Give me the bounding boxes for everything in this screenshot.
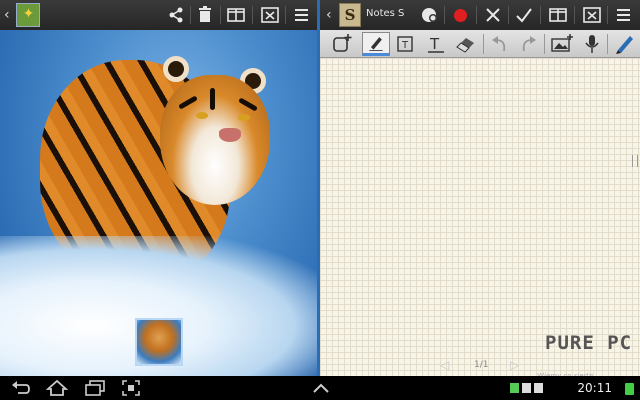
- next-page-icon[interactable]: ▷: [510, 358, 519, 372]
- battery-icon: [625, 383, 634, 395]
- tiger-thumbnail[interactable]: [135, 318, 183, 366]
- close-window-icon[interactable]: [260, 5, 280, 25]
- tiger-stripe: [210, 88, 215, 110]
- close-icon[interactable]: [483, 5, 503, 25]
- divider: [476, 6, 477, 24]
- svg-text:T: T: [401, 40, 409, 51]
- snote-pane: ‹ S Notes S T T ◁ 1/1 ▷: [320, 0, 640, 376]
- divider: [220, 6, 221, 24]
- app-title: Notes S: [366, 8, 405, 19]
- back-nav-icon[interactable]: [10, 379, 32, 397]
- close-window-icon[interactable]: [582, 5, 602, 25]
- divider: [574, 6, 575, 24]
- tiger-eye: [238, 114, 250, 121]
- divider: [444, 6, 445, 24]
- divider: [544, 34, 545, 54]
- menu-icon[interactable]: [292, 5, 312, 25]
- note-canvas[interactable]: ◁ 1/1 ▷: [320, 58, 640, 376]
- undo-icon[interactable]: [486, 32, 514, 56]
- back-icon[interactable]: ‹: [4, 7, 14, 23]
- divider: [508, 6, 509, 24]
- menu-icon[interactable]: [614, 5, 634, 25]
- tiger-photo[interactable]: [0, 30, 317, 376]
- back-icon[interactable]: ‹: [326, 7, 332, 23]
- notification-icon: [510, 383, 519, 393]
- eraser-icon[interactable]: [452, 32, 480, 56]
- text-box-icon[interactable]: T: [392, 32, 420, 56]
- screen: ‹ ✦ ‹ S Notes S T T ◁ 1/1 ▷ PURE PC 20:1…: [0, 0, 640, 400]
- scrollbar[interactable]: [630, 58, 638, 376]
- home-nav-icon[interactable]: [46, 379, 68, 397]
- clock: 20:11: [577, 381, 612, 395]
- screenshot-icon[interactable]: [120, 379, 142, 397]
- previous-page-icon[interactable]: ◁: [440, 358, 449, 372]
- record-icon[interactable]: [454, 9, 467, 22]
- recent-apps-icon[interactable]: [84, 379, 106, 397]
- page-navigator: ◁ 1/1 ▷: [440, 358, 530, 374]
- divider: [190, 6, 191, 24]
- redo-icon[interactable]: [514, 32, 542, 56]
- delete-icon[interactable]: [195, 5, 215, 25]
- divider: [607, 6, 608, 24]
- check-icon[interactable]: [514, 5, 534, 25]
- divider: [540, 6, 541, 24]
- tiger-head: [160, 75, 270, 205]
- tiger-nose: [219, 128, 241, 142]
- scroll-grip-icon[interactable]: [632, 155, 638, 167]
- brush-icon[interactable]: [610, 32, 638, 56]
- split-view-icon[interactable]: [548, 5, 568, 25]
- svg-text:T: T: [429, 35, 440, 53]
- pen-icon[interactable]: [362, 32, 390, 56]
- tiger-ear: [163, 56, 189, 82]
- chevron-up-icon[interactable]: [310, 379, 332, 397]
- snote-titlebar: ‹ S Notes S: [320, 0, 640, 30]
- divider: [607, 34, 608, 54]
- microphone-icon[interactable]: [578, 32, 606, 56]
- divider: [483, 34, 484, 54]
- insert-image-icon[interactable]: [548, 32, 576, 56]
- page-indicator: 1/1: [474, 360, 489, 370]
- divider: [252, 6, 253, 24]
- notification-icon: [534, 383, 543, 393]
- snote-app-icon[interactable]: S: [339, 3, 361, 27]
- system-navigation-bar: 20:11: [0, 376, 640, 400]
- gallery-pane: ‹ ✦: [0, 0, 320, 376]
- text-icon[interactable]: T: [422, 32, 450, 56]
- pen-toolbar: T T: [320, 30, 640, 58]
- split-view-icon[interactable]: [226, 5, 246, 25]
- notification-icon: [522, 383, 531, 393]
- tiger-eye: [196, 112, 208, 119]
- gallery-app-icon[interactable]: ✦: [16, 3, 40, 27]
- watermark: PURE PC Wiemy co siedzi: [537, 332, 635, 382]
- sync-icon[interactable]: [420, 5, 440, 25]
- gallery-toolbar: ‹ ✦: [0, 0, 317, 30]
- share-icon[interactable]: [166, 5, 186, 25]
- watermark-logo: PURE PC: [545, 332, 633, 354]
- crop-insert-icon[interactable]: [328, 32, 356, 56]
- divider: [285, 6, 286, 24]
